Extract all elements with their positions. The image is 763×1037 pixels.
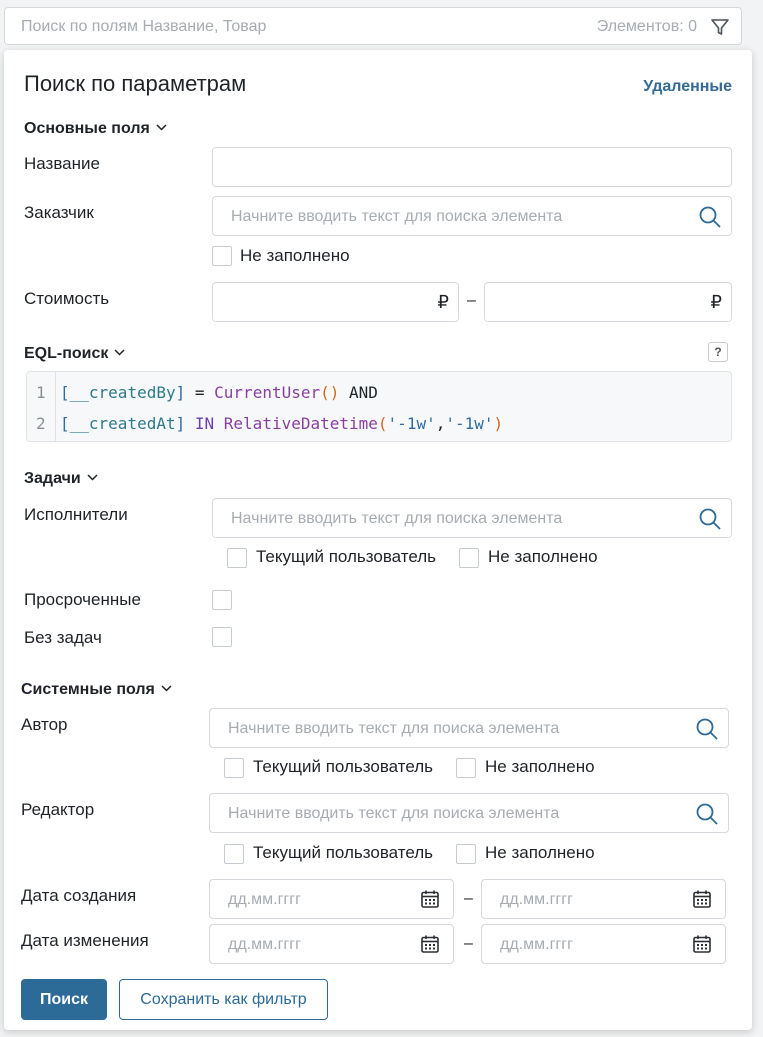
editor-placeholder: Начните вводить текст для поиска элемент… [228, 805, 560, 822]
eql-help-icon[interactable]: ? [708, 342, 728, 362]
ruble-sign: ₽ [710, 292, 722, 312]
section-system-fields-label: Системные поля [21, 681, 155, 698]
deleted-link[interactable]: Удаленные [643, 78, 732, 96]
created-range-dash: – [464, 890, 473, 907]
assignees-empty-label: Не заполнено [488, 547, 598, 566]
calendar-icon[interactable] [420, 934, 440, 954]
created-to-date-input[interactable]: дд.мм.гггг [481, 879, 726, 919]
editor-gutter [55, 372, 56, 441]
section-main-fields-label: Основные поля [24, 120, 150, 137]
top-search-bar[interactable]: Поиск по полям Название, Товар Элементов… [4, 7, 742, 45]
name-label: Название [24, 154, 100, 173]
section-system-fields[interactable]: Системные поля [21, 681, 172, 699]
line-number: 2 [36, 414, 46, 433]
eql-editor[interactable]: 1 2 [__createdBy] = CurrentUser() AND [_… [26, 371, 732, 442]
no-tasks-label: Без задач [24, 628, 102, 647]
elements-count: Элементов: 0 [596, 18, 697, 35]
top-search-placeholder: Поиск по полям Название, Товар [21, 18, 267, 35]
modified-date-label: Дата изменения [21, 931, 149, 950]
customer-placeholder: Начните вводить текст для поиска элемент… [231, 208, 563, 225]
chevron-down-icon [161, 685, 172, 692]
created-from-date-input[interactable]: дд.мм.гггг [209, 879, 454, 919]
save-as-filter-button[interactable]: Сохранить как фильтр [119, 979, 328, 1020]
editor-label: Редактор [21, 800, 95, 819]
calendar-icon[interactable] [692, 889, 712, 909]
modified-to-date-input[interactable]: дд.мм.гггг [481, 924, 726, 964]
assignees-empty-checkbox[interactable] [459, 548, 479, 568]
customer-empty-label: Не заполнено [240, 246, 350, 265]
eql-line-2: [__createdAt] IN RelativeDatetime('-1w',… [60, 414, 504, 433]
date-placeholder: дд.мм.гггг [228, 891, 301, 908]
editor-empty-label: Не заполнено [485, 843, 595, 862]
panel-title: Поиск по параметрам [24, 71, 247, 96]
date-placeholder: дд.мм.гггг [228, 936, 301, 953]
calendar-icon[interactable] [692, 934, 712, 954]
cost-range-dash: – [467, 292, 476, 309]
modified-from-date-input[interactable]: дд.мм.гггг [209, 924, 454, 964]
section-eql[interactable]: EQL-поиск [24, 345, 125, 363]
filter-icon[interactable] [709, 16, 731, 38]
section-tasks-label: Задачи [24, 470, 81, 487]
overdue-label: Просроченные [24, 590, 141, 609]
customer-empty-checkbox[interactable] [212, 246, 232, 266]
author-empty-checkbox[interactable] [456, 758, 476, 778]
created-date-label: Дата создания [21, 886, 137, 905]
search-icon[interactable] [698, 205, 722, 229]
editor-current-user-label: Текущий пользователь [253, 843, 434, 862]
calendar-icon[interactable] [420, 889, 440, 909]
no-tasks-checkbox[interactable] [212, 627, 232, 647]
assignees-placeholder: Начните вводить текст для поиска элемент… [231, 510, 563, 527]
chevron-down-icon [114, 349, 125, 356]
assignees-search-input[interactable]: Начните вводить текст для поиска элемент… [212, 498, 732, 538]
chevron-down-icon [87, 474, 98, 481]
cost-label: Стоимость [24, 289, 110, 308]
assignees-current-user-label: Текущий пользователь [256, 547, 437, 566]
chevron-down-icon [156, 124, 167, 131]
search-button[interactable]: Поиск [21, 979, 107, 1020]
editor-search-input[interactable]: Начните вводить текст для поиска элемент… [209, 793, 729, 833]
eql-line-1: [__createdBy] = CurrentUser() AND [60, 383, 378, 402]
assignees-current-user-checkbox[interactable] [227, 548, 247, 568]
date-placeholder: дд.мм.гггг [500, 936, 573, 953]
assignees-label: Исполнители [24, 505, 128, 524]
line-number: 1 [36, 383, 46, 402]
section-tasks[interactable]: Задачи [24, 470, 98, 488]
search-panel: Поиск по параметрам Удаленные Основные п… [4, 50, 752, 1030]
author-current-user-label: Текущий пользователь [253, 757, 434, 776]
search-icon[interactable] [695, 717, 719, 741]
modified-range-dash: – [464, 935, 473, 952]
author-current-user-checkbox[interactable] [224, 758, 244, 778]
name-input[interactable] [212, 147, 732, 187]
customer-label: Заказчик [24, 203, 94, 222]
author-label: Автор [21, 715, 68, 734]
cost-to-input[interactable]: ₽ [484, 282, 732, 322]
date-placeholder: дд.мм.гггг [500, 891, 573, 908]
search-icon[interactable] [695, 802, 719, 826]
ruble-sign: ₽ [437, 292, 449, 312]
section-main-fields[interactable]: Основные поля [24, 120, 167, 138]
editor-current-user-checkbox[interactable] [224, 844, 244, 864]
editor-empty-checkbox[interactable] [456, 844, 476, 864]
author-search-input[interactable]: Начните вводить текст для поиска элемент… [209, 708, 729, 748]
customer-search-input[interactable]: Начните вводить текст для поиска элемент… [212, 196, 732, 236]
overdue-checkbox[interactable] [212, 590, 232, 610]
cost-from-input[interactable]: ₽ [212, 282, 459, 322]
author-placeholder: Начните вводить текст для поиска элемент… [228, 720, 560, 737]
search-icon[interactable] [698, 507, 722, 531]
section-eql-label: EQL-поиск [24, 345, 109, 362]
author-empty-label: Не заполнено [485, 757, 595, 776]
